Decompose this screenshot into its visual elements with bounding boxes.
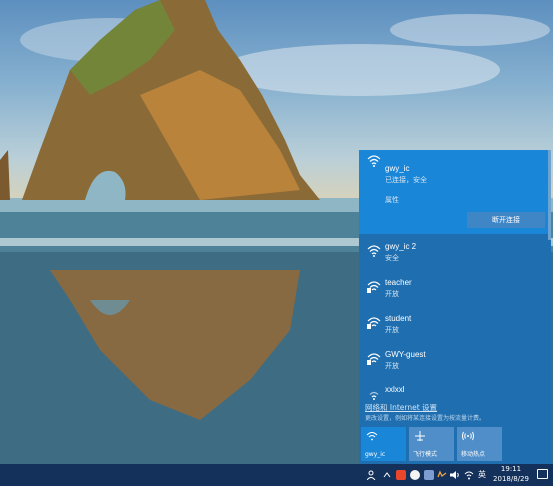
scrollbar[interactable] bbox=[548, 150, 551, 240]
onedrive-icon[interactable] bbox=[437, 470, 447, 480]
network-settings-link[interactable]: 网络和 Internet 设置 bbox=[365, 402, 437, 413]
clock-time[interactable]: 19:11 bbox=[496, 465, 526, 473]
network-item-gwy-ic-2[interactable]: gwy_ic 2 安全 bbox=[359, 240, 551, 274]
network-name: student bbox=[385, 314, 412, 323]
network-item-teacher[interactable]: teacher 开放 bbox=[359, 276, 551, 310]
network-item-gwy-guest[interactable]: GWY-guest 开放 bbox=[359, 348, 551, 382]
network-settings-description: 更改设置，例如将某连接设置为按流量计费。 bbox=[365, 415, 486, 422]
wifi-open-icon bbox=[367, 281, 381, 293]
network-name: gwy_ic bbox=[385, 164, 410, 173]
clock-date[interactable]: 2018/8/29 bbox=[488, 475, 534, 483]
wifi-secured-icon bbox=[367, 245, 381, 257]
quick-action-label: 移动热点 bbox=[461, 451, 486, 458]
hotspot-icon bbox=[462, 431, 474, 441]
app-tray-icon[interactable] bbox=[424, 470, 434, 480]
network-tray-icon[interactable] bbox=[464, 470, 474, 480]
chevron-up-icon[interactable] bbox=[382, 470, 392, 480]
wifi-open-icon bbox=[367, 353, 381, 365]
wifi-weak-icon bbox=[369, 391, 379, 400]
network-status: 已连接，安全 bbox=[385, 176, 427, 184]
network-status: 安全 bbox=[385, 254, 399, 262]
network-name: xxlxxl bbox=[385, 385, 405, 394]
ime-indicator[interactable]: 英 bbox=[478, 469, 486, 480]
quick-action-label: 飞行模式 bbox=[413, 451, 438, 458]
wifi-toggle-button[interactable]: gwy_ic bbox=[361, 427, 406, 461]
network-name: gwy_ic 2 bbox=[385, 242, 417, 251]
app-tray-icon[interactable] bbox=[410, 470, 420, 480]
network-status: 开放 bbox=[385, 362, 399, 370]
network-status: 开放 bbox=[385, 326, 399, 334]
network-name: teacher bbox=[385, 278, 412, 287]
disconnect-button[interactable]: 断开连接 bbox=[467, 212, 545, 228]
airplane-icon bbox=[415, 431, 425, 441]
network-flyout: gwy_ic 已连接，安全 属性 断开连接 gwy_ic 2 安全 teache… bbox=[359, 150, 551, 464]
quick-actions: gwy_ic 飞行模式 移动热点 bbox=[361, 427, 549, 463]
volume-icon[interactable] bbox=[450, 470, 460, 480]
wifi-icon bbox=[366, 432, 378, 441]
app-tray-icon[interactable] bbox=[396, 470, 406, 480]
mobile-hotspot-button[interactable]: 移动热点 bbox=[457, 427, 502, 461]
properties-link[interactable]: 属性 bbox=[385, 195, 399, 205]
network-name: GWY-guest bbox=[385, 350, 426, 359]
people-icon[interactable] bbox=[367, 470, 377, 480]
wifi-icon bbox=[367, 155, 381, 167]
taskbar: 英 19:11 2018/8/29 bbox=[0, 464, 553, 486]
network-item-student[interactable]: student 开放 bbox=[359, 312, 551, 346]
wifi-open-icon bbox=[367, 317, 381, 329]
airplane-mode-button[interactable]: 飞行模式 bbox=[409, 427, 454, 461]
network-item-selected[interactable]: gwy_ic 已连接，安全 属性 断开连接 bbox=[359, 150, 551, 240]
action-center-icon[interactable] bbox=[537, 469, 548, 479]
network-status: 开放 bbox=[385, 290, 399, 298]
quick-action-label: gwy_ic bbox=[365, 451, 386, 458]
network-item-xxlxxl[interactable]: xxlxxl bbox=[359, 383, 551, 401]
